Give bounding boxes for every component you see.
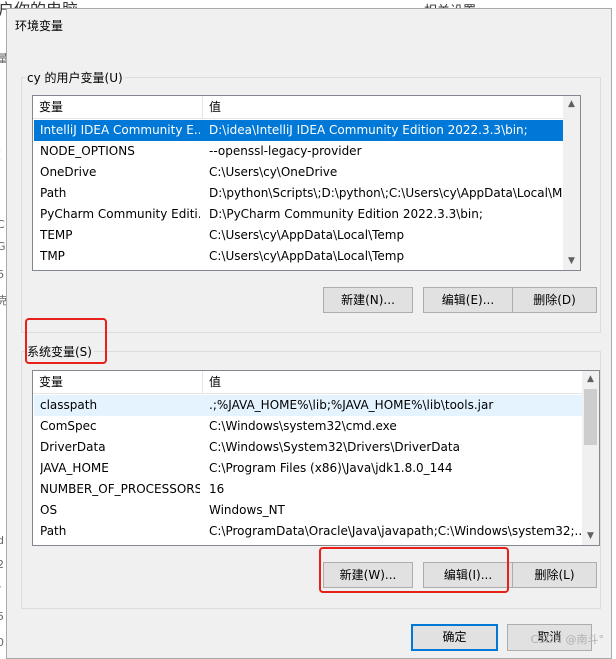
variable-value-cell: C:\Windows\System32\Drivers\DriverData	[209, 440, 460, 454]
user-edit-button[interactable]: 编辑(E)...	[423, 287, 513, 313]
ok-button[interactable]: 确定	[411, 624, 498, 651]
bg-char: 2	[0, 558, 4, 571]
bg-char: d	[0, 534, 4, 547]
variable-name-cell: PyCharm Community Editi...	[40, 207, 200, 221]
scroll-up-icon[interactable]: ▲	[563, 96, 580, 113]
variable-value-cell: --openssl-legacy-provider	[209, 144, 362, 158]
column-header-value[interactable]: 值	[203, 371, 582, 393]
table-row[interactable]: IntelliJ IDEA Community E... D:\idea\Inte…	[34, 120, 563, 141]
table-row[interactable]: TMP C:\Users\cy\AppData\Local\Temp	[34, 246, 563, 267]
column-header-variable[interactable]: 变量	[33, 371, 203, 393]
variable-name-cell: JAVA_HOME	[40, 461, 109, 475]
bg-char: 5	[0, 610, 4, 623]
table-row[interactable]: PyCharm Community Editi... D:\PyCharm Com…	[34, 204, 563, 225]
variable-value-cell: D:\python\Scripts\;D:\python\;C:\Users\c…	[209, 186, 563, 200]
variable-value-cell: Windows_NT	[209, 503, 285, 517]
bg-char: C	[0, 218, 5, 231]
variable-name-cell: classpath	[40, 398, 98, 412]
variable-value-cell: C:\Windows\system32\cmd.exe	[209, 419, 397, 433]
table-row[interactable]: Path C:\ProgramData\Oracle\Java\javapath;…	[34, 521, 582, 542]
column-header-variable[interactable]: 变量	[33, 96, 203, 118]
variable-name-cell: Path	[40, 186, 67, 200]
variable-value-cell: D:\idea\IntelliJ IDEA Community Edition …	[209, 123, 528, 137]
variable-name-cell: TMP	[40, 249, 65, 263]
variable-value-cell: C:\Users\cy\OneDrive	[209, 165, 338, 179]
variable-name-cell: Path	[40, 524, 67, 538]
variable-name-cell: OS	[40, 503, 58, 517]
scroll-up-icon[interactable]: ▲	[582, 371, 599, 388]
user-delete-button[interactable]: 删除(D)	[512, 287, 597, 313]
bg-char: 0	[0, 636, 4, 649]
table-row[interactable]: Path D:\python\Scripts\;D:\python\;C:\Use…	[34, 183, 563, 204]
watermark-text: CSDN @南斗°	[530, 633, 604, 646]
table-row[interactable]: TEMP C:\Users\cy\AppData\Local\Temp	[34, 225, 563, 246]
variable-name-cell: NUMBER_OF_PROCESSORS	[40, 482, 200, 496]
variable-value-cell: C:\Users\cy\AppData\Local\Temp	[209, 249, 405, 263]
variable-value-cell: C:\Program Files (x86)\Java\jdk1.8.0_144	[209, 461, 453, 475]
user-variables-label: cy 的用户变量(U)	[25, 69, 125, 86]
column-header-value[interactable]: 值	[203, 96, 563, 118]
variable-name-cell: IntelliJ IDEA Community E...	[40, 123, 200, 137]
user-variables-header: 变量 值	[33, 96, 563, 119]
table-row[interactable]: ComSpec C:\Windows\system32\cmd.exe	[34, 416, 582, 437]
dialog-title: 环境变量	[15, 19, 64, 33]
variable-name-cell: NODE_OPTIONS	[40, 144, 135, 158]
table-row[interactable]: JAVA_HOME C:\Program Files (x86)\Java\jdk…	[34, 458, 582, 479]
variable-name-cell: TEMP	[40, 228, 73, 242]
user-variables-list[interactable]: 变量 值 IntelliJ IDEA Community E... D:\idea…	[32, 95, 581, 271]
system-variables-list[interactable]: 变量 值 classpath .;%JAVA_HOME%\lib;%JAVA_HO…	[32, 370, 600, 546]
variable-name-cell: ComSpec	[40, 419, 97, 433]
annotation-box-buttons	[319, 547, 509, 593]
bg-char: 6	[0, 268, 4, 281]
bg-char: (	[0, 148, 1, 161]
background-right-edge	[612, 22, 616, 659]
table-row[interactable]: DriverData C:\Windows\System32\Drivers\Dr…	[34, 437, 582, 458]
bg-char: G	[0, 240, 6, 253]
variable-name-cell: DriverData	[40, 440, 106, 454]
table-row[interactable]: NODE_OPTIONS --openssl-legacy-provider	[34, 141, 563, 162]
table-row[interactable]: NUMBER_OF_PROCESSORS 16	[34, 479, 582, 500]
bg-char: /	[0, 584, 1, 597]
user-variables-scrollbar[interactable]: ▲ ▼	[563, 96, 580, 270]
table-row[interactable]: classpath .;%JAVA_HOME%\lib;%JAVA_HOME%\l…	[34, 395, 582, 416]
scroll-down-icon[interactable]: ▼	[563, 253, 580, 270]
scroll-down-icon[interactable]: ▼	[582, 528, 599, 545]
variable-value-cell: .;%JAVA_HOME%\lib;%JAVA_HOME%\lib\tools.…	[209, 398, 494, 412]
variable-value-cell: D:\PyCharm Community Edition 2022.3.3\bi…	[209, 207, 483, 221]
table-row[interactable]: OS Windows_NT	[34, 500, 582, 521]
user-new-button[interactable]: 新建(N)...	[323, 287, 413, 313]
system-variables-scrollbar[interactable]: ▲ ▼	[582, 371, 599, 545]
variable-value-cell: C:\Users\cy\AppData\Local\Temp	[209, 228, 405, 242]
table-row[interactable]: OneDrive C:\Users\cy\OneDrive	[34, 162, 563, 183]
system-delete-button[interactable]: 删除(L)	[512, 562, 597, 588]
system-variables-header: 变量 值	[33, 371, 582, 394]
annotation-box-system-label	[25, 318, 107, 364]
variable-value-cell: 16	[209, 482, 225, 496]
variable-value-cell: C:\ProgramData\Oracle\Java\javapath;C:\W…	[209, 524, 582, 538]
scrollbar-thumb[interactable]	[584, 389, 597, 445]
variable-name-cell: OneDrive	[40, 165, 97, 179]
